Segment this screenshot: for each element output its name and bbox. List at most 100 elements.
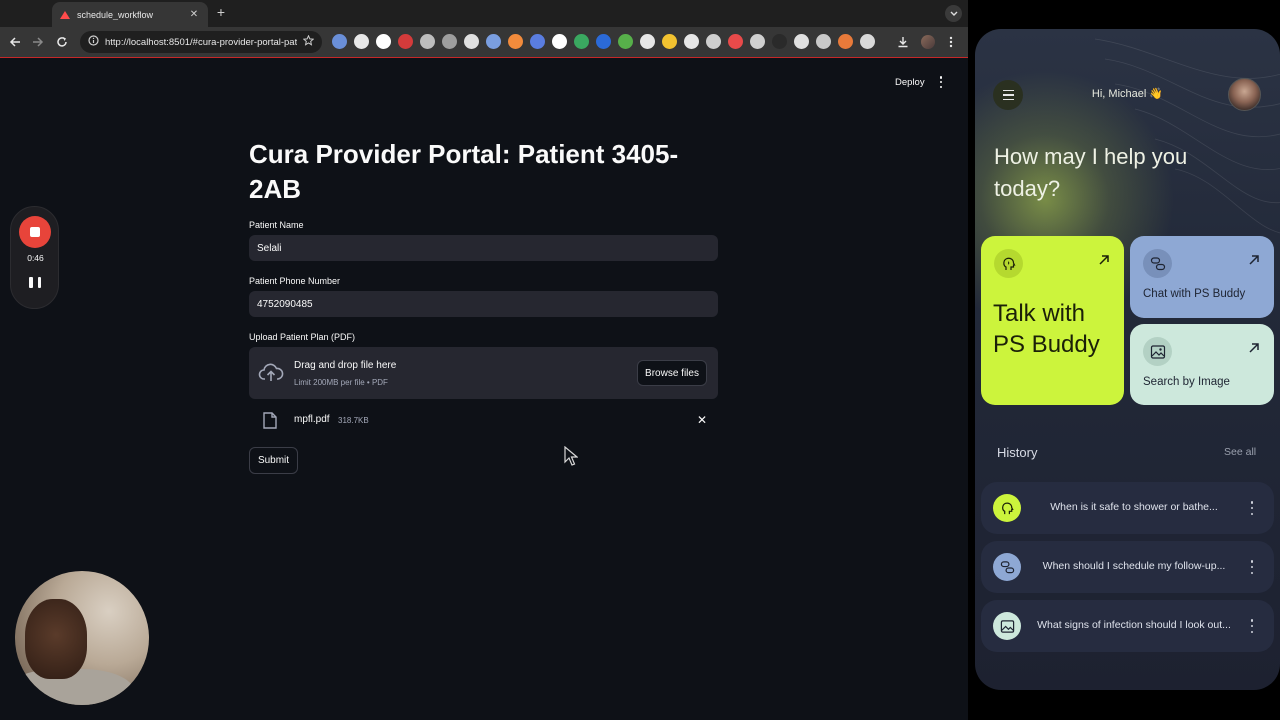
dropzone-instructions: Drag and drop file here (294, 360, 397, 371)
address-bar[interactable]: http://localhost:8501/#cura-provider-por… (80, 31, 322, 53)
extension-icon[interactable] (574, 34, 589, 49)
image-icon (993, 612, 1021, 640)
tab-title: schedule_workflow (77, 9, 154, 20)
page-title: Cura Provider Portal: Patient 3405-2AB (249, 139, 679, 204)
browse-files-button[interactable]: Browse files (637, 360, 707, 386)
extension-icon[interactable] (772, 34, 787, 49)
talking-head-icon (994, 249, 1023, 278)
talking-head-icon (993, 494, 1021, 522)
extension-icon[interactable] (860, 34, 875, 49)
webcam-bubble (15, 571, 149, 705)
url-text: http://localhost:8501/#cura-provider-por… (105, 36, 297, 48)
patient-name-label: Patient Name (249, 220, 304, 230)
history-item-menu-icon[interactable] (1249, 501, 1255, 515)
extension-icon[interactable] (640, 34, 655, 49)
user-avatar[interactable] (1228, 78, 1261, 111)
mouse-cursor-icon (564, 446, 578, 466)
extension-icon[interactable] (376, 34, 391, 49)
extension-icon[interactable] (728, 34, 743, 49)
history-item-text: When should I schedule my follow-up... (1042, 560, 1226, 572)
history-item[interactable]: What signs of infection should I look ou… (981, 600, 1274, 652)
history-item-menu-icon[interactable] (1249, 560, 1255, 574)
patient-phone-label: Patient Phone Number (249, 276, 341, 286)
arrow-up-right-icon (1249, 255, 1259, 265)
extension-icon[interactable] (816, 34, 831, 49)
extension-icon[interactable] (596, 34, 611, 49)
phone-app: Hi, Michael 👋 How may I help you today? … (975, 29, 1280, 690)
extension-icon[interactable] (486, 34, 501, 49)
extension-icon[interactable] (662, 34, 677, 49)
uploaded-file-row: mpfl.pdf 318.7KB ✕ (249, 408, 718, 434)
search-by-image-card[interactable]: Search by Image (1130, 324, 1274, 405)
tab-strip: schedule_workflow ✕ + (0, 0, 968, 27)
dropzone-limit: Limit 200MB per file • PDF (294, 378, 388, 387)
history-title: History (997, 445, 1038, 460)
extension-icon[interactable] (508, 34, 523, 49)
extension-icon[interactable] (398, 34, 413, 49)
extension-icon[interactable] (332, 34, 347, 49)
app-menu-icon[interactable] (937, 76, 945, 88)
tab-search-chevron-icon[interactable] (945, 5, 962, 22)
browser-toolbar: http://localhost:8501/#cura-provider-por… (0, 27, 968, 58)
file-name: mpfl.pdf (294, 414, 330, 425)
tab-close-icon[interactable]: ✕ (188, 9, 200, 20)
history-item[interactable]: When is it safe to shower or bathe... (981, 482, 1274, 534)
arrow-up-right-icon (1249, 343, 1259, 353)
profile-avatar[interactable] (920, 34, 936, 50)
arrow-up-right-icon (1099, 255, 1109, 265)
submit-button[interactable]: Submit (249, 447, 298, 474)
see-all-link[interactable]: See all (1224, 446, 1256, 458)
deploy-button[interactable]: Deploy (895, 77, 925, 88)
extension-icon[interactable] (442, 34, 457, 49)
chat-bubbles-icon (1143, 249, 1172, 278)
new-tab-icon[interactable]: + (213, 4, 229, 20)
file-size: 318.7KB (338, 416, 369, 425)
extensions-bar (332, 34, 875, 49)
image-icon (1143, 337, 1172, 366)
extension-icon[interactable] (354, 34, 369, 49)
image-card-label: Search by Image (1143, 376, 1230, 388)
reload-icon[interactable] (54, 34, 70, 50)
greeting-text: Hi, Michael 👋 (1091, 88, 1164, 100)
screen-recorder-widget: 0:46 (10, 206, 59, 309)
extension-icon[interactable] (530, 34, 545, 49)
hamburger-menu-icon[interactable] (993, 80, 1023, 110)
cloud-upload-icon (258, 361, 284, 385)
file-dropzone[interactable]: Drag and drop file here Limit 200MB per … (249, 347, 718, 399)
screen: schedule_workflow ✕ + http://localhost:8… (0, 0, 1280, 720)
back-arrow-icon[interactable] (7, 34, 23, 50)
pause-icon[interactable] (29, 277, 41, 289)
talk-card-label: Talk with PS Buddy (993, 300, 1100, 358)
chat-card-label: Chat with PS Buddy (1143, 288, 1246, 300)
patient-phone-input[interactable] (249, 291, 718, 317)
streamlit-favicon-icon (60, 10, 70, 19)
extension-icon[interactable] (618, 34, 633, 49)
extension-icon[interactable] (552, 34, 567, 49)
extension-icon[interactable] (684, 34, 699, 49)
file-icon (263, 412, 277, 429)
headline: How may I help you today? (994, 144, 1188, 201)
bookmark-star-icon[interactable] (302, 33, 315, 51)
history-item-menu-icon[interactable] (1249, 619, 1255, 633)
forward-arrow-icon[interactable] (30, 34, 46, 50)
patient-name-input[interactable] (249, 235, 718, 261)
browser-menu-icon[interactable] (943, 34, 959, 50)
extension-icon[interactable] (464, 34, 479, 49)
browser-window: schedule_workflow ✕ + http://localhost:8… (0, 0, 968, 720)
history-item-text: What signs of infection should I look ou… (1037, 619, 1231, 631)
site-info-icon[interactable] (88, 33, 99, 51)
remove-file-icon[interactable]: ✕ (695, 413, 709, 427)
extension-icon[interactable] (750, 34, 765, 49)
extension-icon[interactable] (706, 34, 721, 49)
tab-schedule-workflow[interactable]: schedule_workflow ✕ (52, 2, 208, 27)
chat-bubbles-icon (993, 553, 1021, 581)
talk-with-ps-buddy-card[interactable]: Talk with PS Buddy (981, 236, 1124, 405)
chat-with-ps-buddy-card[interactable]: Chat with PS Buddy (1130, 236, 1274, 318)
downloads-icon[interactable] (895, 34, 911, 50)
stop-recording-button[interactable] (19, 216, 51, 248)
recording-timer: 0:46 (27, 253, 44, 263)
extension-icon[interactable] (794, 34, 809, 49)
extension-icon[interactable] (420, 34, 435, 49)
extension-icon[interactable] (838, 34, 853, 49)
history-item[interactable]: When should I schedule my follow-up... (981, 541, 1274, 593)
